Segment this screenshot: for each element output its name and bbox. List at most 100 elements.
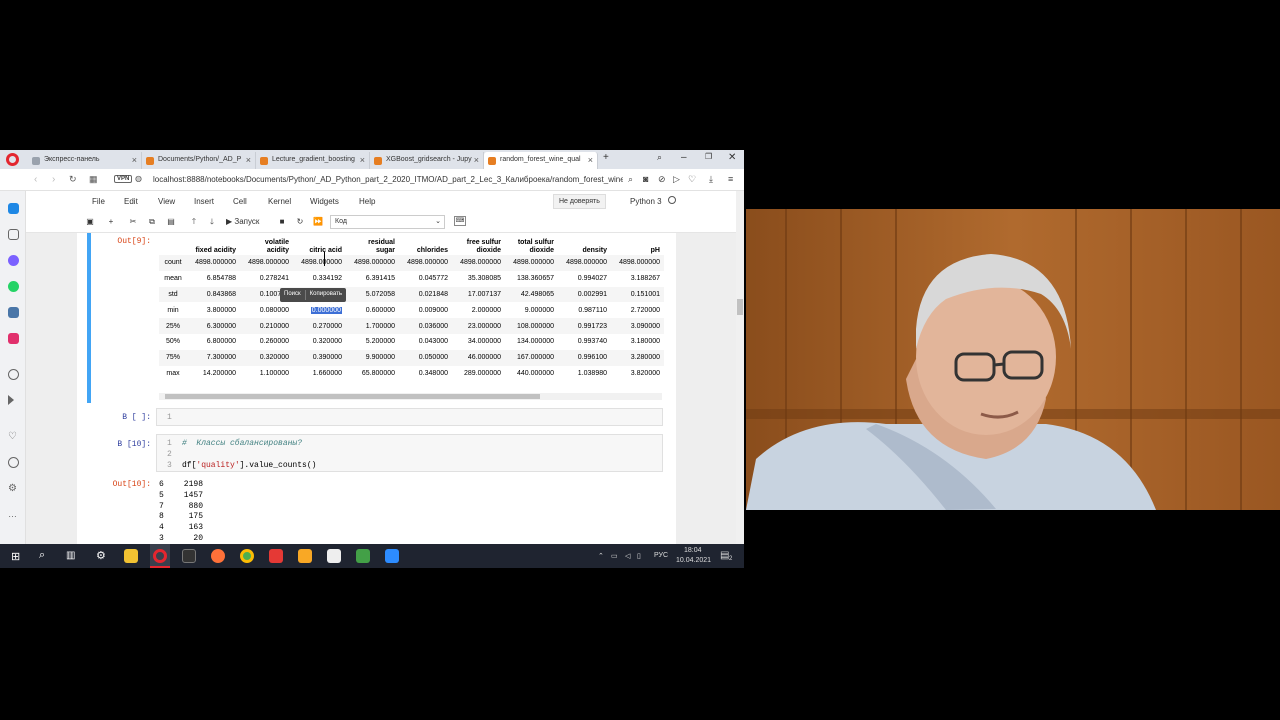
tabs-grid-icon[interactable]: ▦: [89, 174, 98, 185]
tray-chevron-icon[interactable]: ⌃: [598, 552, 604, 560]
chrome-icon[interactable]: [240, 549, 254, 563]
tab-documents[interactable]: Documents/Python/_AD_P ×: [142, 152, 256, 169]
cut-icon[interactable]: ✂: [125, 215, 141, 229]
menu-kernel[interactable]: Kernel: [268, 197, 291, 206]
tab-express-panel[interactable]: Экспресс-панель ×: [28, 152, 142, 169]
scrollbar-thumb[interactable]: [737, 299, 743, 315]
forward-icon[interactable]: ›: [52, 174, 55, 185]
whatsapp-icon[interactable]: [8, 281, 19, 292]
keyboard-icon[interactable]: ⌨: [454, 216, 466, 226]
window-close-icon[interactable]: ✕: [728, 152, 736, 163]
volume-icon[interactable]: ◁: [625, 552, 630, 560]
tab-xgboost-gridsearch[interactable]: XGBoost_gridsearch - Jupy ×: [370, 152, 484, 169]
clock-date[interactable]: 10.04.2021: [676, 557, 711, 564]
jupyter-icon: [260, 157, 268, 165]
messenger-icon[interactable]: [8, 255, 19, 266]
settings-icon[interactable]: ⚙: [96, 549, 106, 562]
menu-cell[interactable]: Cell: [233, 197, 247, 206]
maximize-icon[interactable]: ❐: [705, 152, 712, 161]
search-icon[interactable]: ⌕: [657, 152, 662, 163]
minimize-icon[interactable]: –: [681, 152, 687, 163]
table-cell: 35.308085: [467, 275, 501, 283]
folder-icon[interactable]: [298, 549, 312, 563]
table-horizontal-scrollbar[interactable]: [159, 393, 662, 400]
copy-icon[interactable]: ⧉: [144, 215, 160, 229]
empty-code-cell[interactable]: 1: [156, 408, 663, 426]
home-icon[interactable]: [8, 203, 19, 214]
copy-menu-item[interactable]: Копировать: [306, 288, 346, 302]
cube-icon[interactable]: [8, 229, 19, 240]
close-icon[interactable]: ×: [474, 155, 479, 165]
battery-icon[interactable]: ▯: [637, 552, 641, 560]
download-icon[interactable]: ⤓: [709, 174, 713, 185]
scrollbar-thumb[interactable]: [165, 394, 540, 399]
windows-taskbar: ⊞ ⌕ ▥ ⚙ ⌃ ▭ ◁ ▯ РУС 18:04 10.04.2021 ▤ 2: [0, 544, 744, 568]
cell-type-select[interactable]: Код ⌄: [330, 215, 445, 229]
menu-view[interactable]: View: [158, 197, 175, 206]
page-scrollbar[interactable]: [736, 191, 744, 544]
tab-lecture-gradient-boosting[interactable]: Lecture_gradient_boosting ×: [256, 152, 370, 169]
notepad-icon[interactable]: [327, 549, 341, 563]
run-button[interactable]: ▶ Запуск: [226, 215, 259, 229]
heart-icon[interactable]: ♡: [8, 431, 19, 442]
search-icon[interactable]: ⌕: [39, 549, 45, 562]
opera-logo-icon[interactable]: [6, 153, 19, 166]
menu-insert[interactable]: Insert: [194, 197, 214, 206]
close-icon[interactable]: ×: [132, 155, 137, 165]
notebook-container[interactable]: Out[9]: fixed acidity volatile acidity c…: [77, 233, 676, 544]
close-icon[interactable]: ×: [360, 155, 365, 165]
history-icon[interactable]: [8, 457, 19, 468]
zoom-icon[interactable]: [385, 549, 399, 563]
file-explorer-icon[interactable]: [124, 549, 138, 563]
settings-icon[interactable]: ⚙: [8, 483, 19, 494]
table-cell: 1.100000: [259, 369, 289, 377]
selected-text[interactable]: 0.000000: [310, 306, 342, 314]
vk-icon[interactable]: [8, 307, 19, 318]
flow-icon[interactable]: ▷: [673, 174, 680, 185]
in10-code-cell[interactable]: 1 2 3 # Классы сбалансированы? df['quali…: [156, 434, 663, 472]
menu-icon[interactable]: ≡: [728, 174, 733, 184]
tab-random-forest-wine[interactable]: random_forest_wine_qual ×: [484, 152, 598, 169]
terminal-icon[interactable]: [182, 549, 196, 563]
code-comment: # Классы сбалансированы?: [182, 439, 303, 448]
camera-icon[interactable]: ◙: [643, 174, 648, 184]
insert-cell-icon[interactable]: +: [103, 215, 119, 229]
close-icon[interactable]: ×: [246, 155, 251, 165]
stop-icon[interactable]: ■: [274, 215, 290, 229]
app-icon[interactable]: [269, 549, 283, 563]
new-tab-button[interactable]: +: [603, 152, 609, 163]
menu-edit[interactable]: Edit: [124, 197, 138, 206]
vpn-badge[interactable]: VPN: [114, 175, 133, 183]
language-indicator[interactable]: РУС: [654, 552, 668, 559]
clock-time[interactable]: 18:04: [684, 547, 702, 554]
desktop-screen: Экспресс-панель × Documents/Python/_AD_P…: [0, 150, 744, 568]
menu-help[interactable]: Help: [359, 197, 375, 206]
search-icon[interactable]: ⌕: [628, 174, 633, 185]
search-menu-item[interactable]: Поиск: [280, 288, 305, 302]
send-icon[interactable]: [8, 395, 14, 405]
spreadsheet-icon[interactable]: [356, 549, 370, 563]
save-icon[interactable]: ▣: [82, 215, 98, 229]
reload-icon[interactable]: ↻: [69, 174, 77, 185]
trusted-button[interactable]: Не доверять: [553, 194, 606, 209]
restart-icon[interactable]: ↻: [292, 215, 308, 229]
fast-forward-icon[interactable]: ⏩: [310, 215, 326, 229]
task-view-icon[interactable]: ▥: [66, 550, 75, 561]
adblock-icon[interactable]: ⊘: [658, 174, 666, 185]
heart-icon[interactable]: ♡: [688, 174, 696, 185]
menu-widgets[interactable]: Widgets: [310, 197, 339, 206]
move-up-icon[interactable]: 🡑: [186, 215, 202, 229]
move-down-icon[interactable]: 🡓: [204, 215, 220, 229]
network-icon[interactable]: ▭: [611, 552, 618, 560]
close-icon[interactable]: ×: [588, 155, 593, 165]
more-icon[interactable]: …: [8, 509, 19, 520]
player-icon[interactable]: [8, 369, 19, 380]
firefox-icon[interactable]: [211, 549, 225, 563]
instagram-icon[interactable]: [8, 333, 19, 344]
url-field[interactable]: localhost:8888/notebooks/Documents/Pytho…: [153, 175, 623, 184]
table-cell: 0.348000: [418, 369, 448, 377]
paste-icon[interactable]: ▤: [163, 215, 179, 229]
menu-file[interactable]: File: [92, 197, 105, 206]
back-icon[interactable]: ‹: [34, 174, 37, 185]
windows-start-icon[interactable]: ⊞: [11, 550, 20, 563]
